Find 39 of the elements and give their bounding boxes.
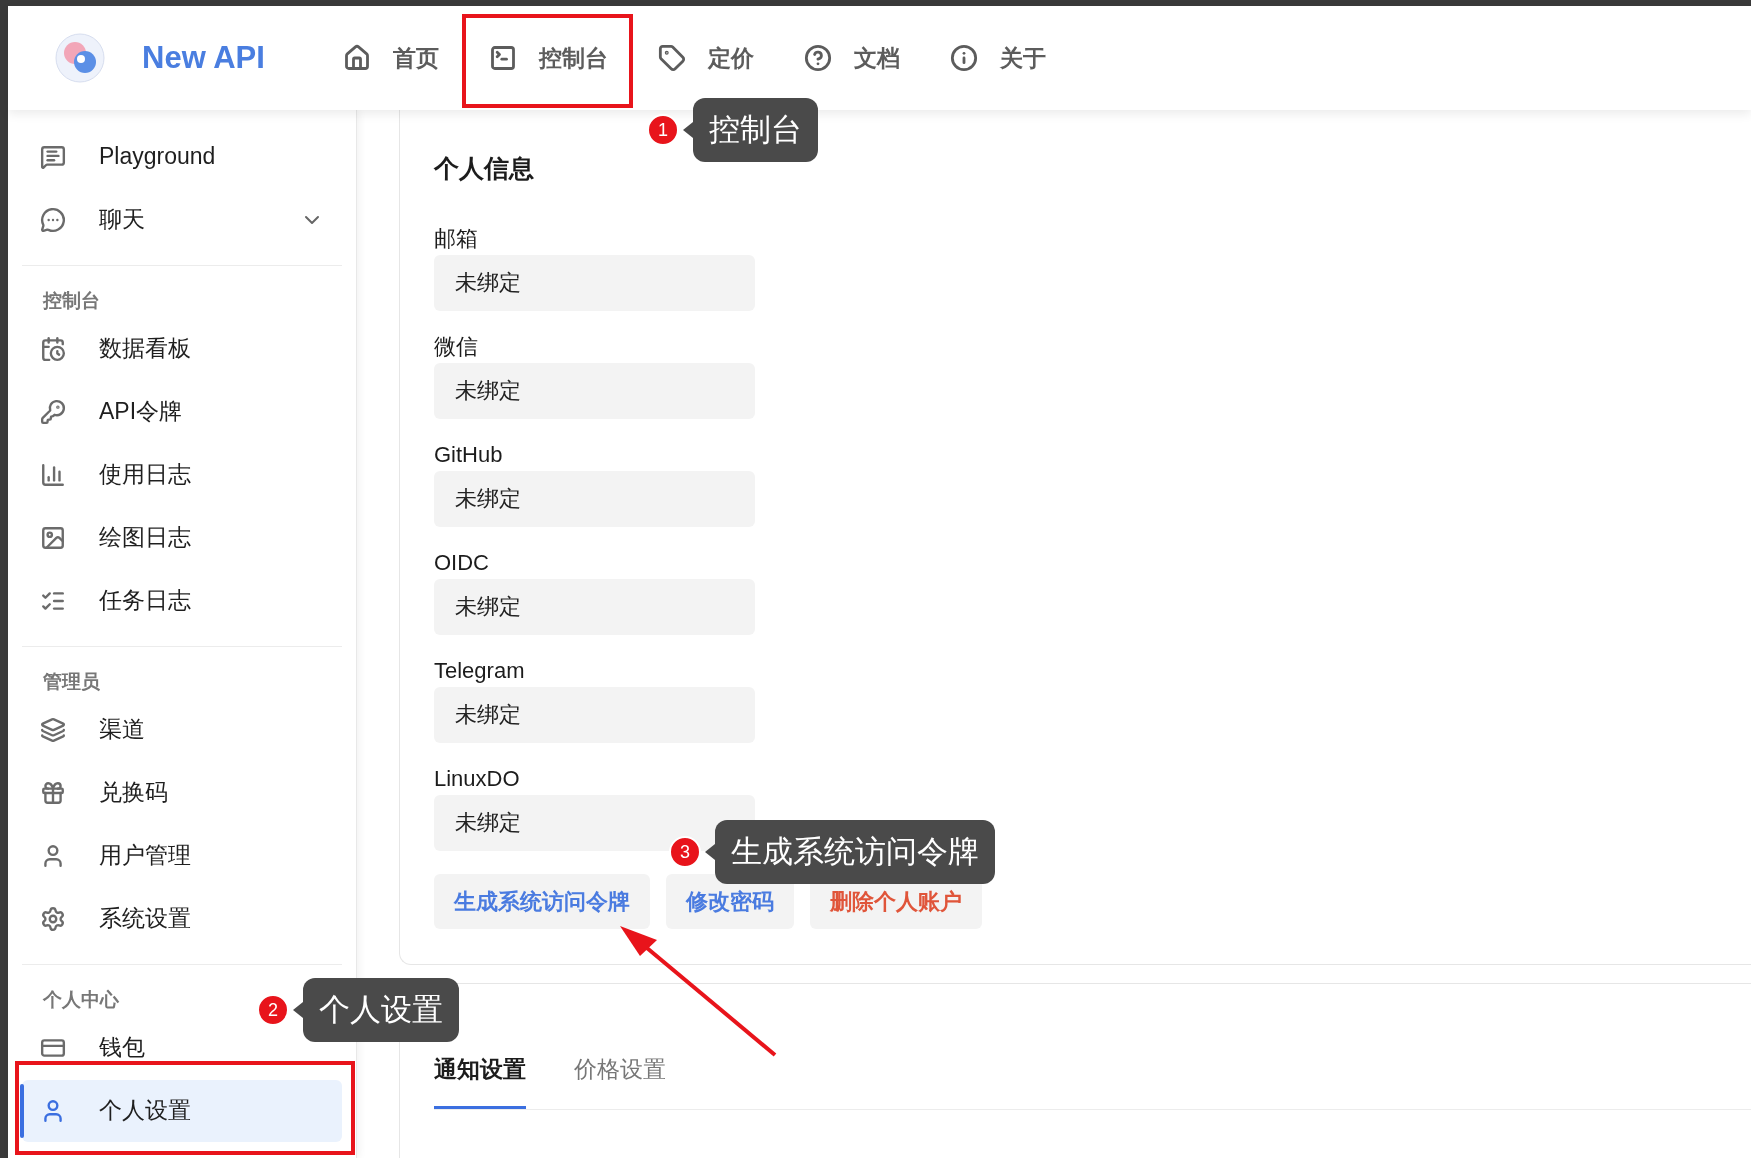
sidebar-item[interactable]: 绘图日志: [22, 520, 342, 555]
sidebar-item[interactable]: API令牌: [22, 394, 342, 429]
field-label: OIDC: [434, 549, 490, 576]
section-title: 个人信息: [434, 153, 535, 184]
action-button[interactable]: 生成系统访问令牌: [434, 873, 650, 929]
sidebar-item[interactable]: 数据看板: [22, 331, 342, 366]
field-label: 微信: [434, 333, 479, 360]
input-field[interactable]: 未绑定: [434, 470, 755, 527]
nav-link[interactable]: 文档: [783, 28, 920, 88]
sidebar-item[interactable]: 兑换码: [22, 775, 342, 810]
sidebar-item[interactable]: 个人设置: [22, 1079, 342, 1142]
input-field[interactable]: 未绑定: [434, 578, 755, 635]
field-label: LinuxDO: [434, 765, 521, 792]
input-field[interactable]: 未绑定: [434, 686, 755, 743]
section-label: 控制台: [43, 288, 100, 313]
annotation-tooltip: 个人设置: [293, 978, 459, 1042]
sidebar-item[interactable]: Playground: [22, 139, 342, 174]
input-field[interactable]: 未绑定: [434, 362, 755, 419]
nav-link[interactable]: 首页: [322, 28, 459, 88]
sidebar-item[interactable]: 聊天: [22, 202, 342, 237]
field-label: GitHub: [434, 441, 504, 468]
app-name[interactable]: New API: [142, 34, 265, 82]
sidebar-item[interactable]: 任务日志: [22, 583, 342, 618]
tab[interactable]: 价格设置: [574, 1051, 666, 1109]
field-label: 邮箱: [434, 225, 479, 252]
nav-link[interactable]: 定价: [637, 28, 774, 88]
nav-link[interactable]: 关于: [929, 28, 1066, 88]
section-label: 个人中心: [43, 987, 119, 1012]
nav-link[interactable]: 控制台: [468, 28, 628, 88]
sidebar-item[interactable]: 系统设置: [22, 901, 342, 936]
input-field[interactable]: 未绑定: [434, 254, 755, 311]
sidebar-item[interactable]: 用户管理: [22, 838, 342, 873]
annotation-tooltip: 生成系统访问令牌: [705, 820, 995, 884]
tab[interactable]: 通知设置: [434, 1051, 526, 1109]
sidebar-item[interactable]: 渠道: [22, 712, 342, 747]
section-label: 管理员: [43, 669, 100, 694]
annotation-tooltip: 控制台: [683, 98, 818, 162]
sidebar-item[interactable]: 使用日志: [22, 457, 342, 492]
field-label: Telegram: [434, 657, 526, 684]
